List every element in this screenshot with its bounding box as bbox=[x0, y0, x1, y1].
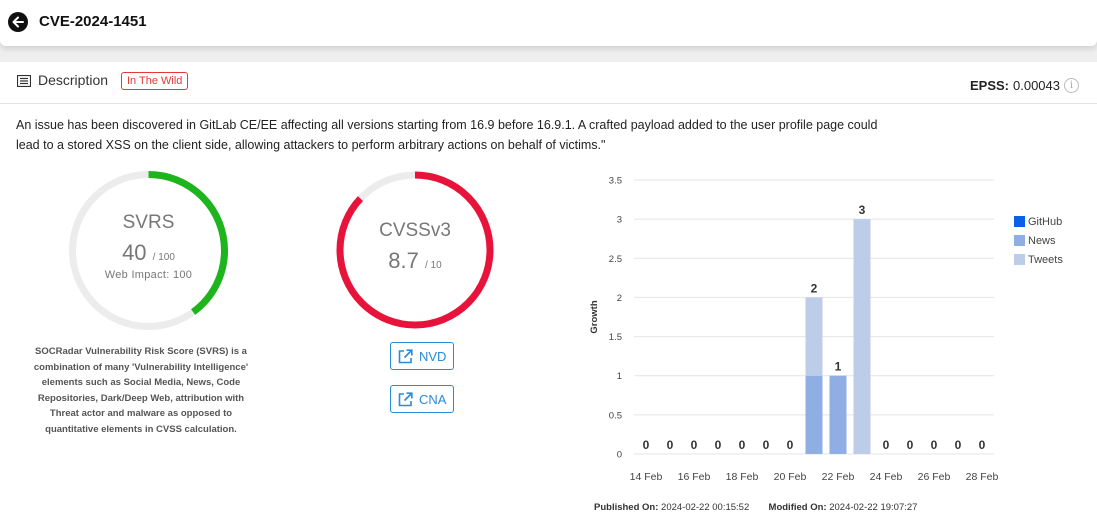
bar-total-label: 0 bbox=[739, 438, 746, 452]
svrs-description: SOCRadar Vulnerability Risk Score (SVRS)… bbox=[33, 346, 249, 435]
epss-value: 0.00043 bbox=[1013, 78, 1060, 93]
y-tick-label: 3.5 bbox=[609, 176, 622, 187]
description-header: Description In The Wild EPSS: 0.00043 i bbox=[0, 62, 1097, 104]
bar-total-label: 0 bbox=[715, 438, 722, 452]
bar-total-label: 3 bbox=[859, 203, 866, 217]
x-tick-label: 26 Feb bbox=[918, 471, 951, 483]
bar-tweets bbox=[805, 297, 823, 376]
y-axis-label: Growth bbox=[589, 300, 600, 333]
y-tick-label: 0 bbox=[617, 450, 622, 461]
info-icon[interactable]: i bbox=[1064, 78, 1079, 93]
in-the-wild-badge: In The Wild bbox=[121, 72, 189, 90]
chart-legend: GitHub News Tweets bbox=[1014, 212, 1063, 269]
legend-swatch-news bbox=[1014, 235, 1025, 246]
published-label: Published On: bbox=[594, 502, 659, 513]
x-tick-label: 20 Feb bbox=[774, 471, 807, 483]
legend-swatch-github bbox=[1014, 216, 1025, 227]
bar-total-label: 0 bbox=[763, 438, 770, 452]
x-tick-label: 18 Feb bbox=[726, 471, 759, 483]
legend-item-github[interactable]: GitHub bbox=[1014, 212, 1063, 231]
legend-label-news: News bbox=[1028, 234, 1056, 247]
epss-label: EPSS: bbox=[969, 78, 1009, 93]
page-title: CVE-2024-1451 bbox=[39, 13, 147, 30]
description-card: Description In The Wild EPSS: 0.00043 i … bbox=[0, 62, 1097, 525]
bar-news bbox=[829, 375, 847, 454]
legend-swatch-tweets bbox=[1014, 254, 1025, 265]
cvss-score-value: 8.7 bbox=[388, 248, 419, 273]
modified-value: 2024-02-22 19:07:27 bbox=[829, 502, 918, 513]
epss-score: EPSS: 0.00043 i bbox=[970, 78, 1079, 93]
svrs-score: 40 / 100 bbox=[66, 240, 231, 266]
y-tick-label: 2.5 bbox=[609, 254, 622, 265]
nvd-link-button[interactable]: NVD bbox=[390, 342, 455, 370]
bar-total-label: 0 bbox=[691, 438, 698, 452]
legend-label-tweets: Tweets bbox=[1028, 253, 1063, 266]
svrs-gauge: SVRS 40 / 100 Web Impact: 100 bbox=[66, 168, 231, 333]
back-arrow-icon[interactable] bbox=[8, 12, 28, 32]
cvss-label: CVSSv3 bbox=[379, 220, 451, 241]
bar-total-label: 1 bbox=[835, 360, 842, 374]
y-tick-label: 3 bbox=[617, 215, 622, 226]
description-text: An issue has been discovered in GitLab C… bbox=[16, 118, 878, 152]
description-title: Description bbox=[38, 72, 109, 88]
cvss-score: 8.7 / 10 bbox=[333, 248, 497, 274]
legend-item-news[interactable]: News bbox=[1014, 231, 1063, 250]
svrs-web-impact: Web Impact: 100 bbox=[104, 269, 193, 281]
cvss-score-max: / 10 bbox=[425, 260, 442, 271]
bar-total-label: 0 bbox=[979, 438, 986, 452]
bar-total-label: 0 bbox=[667, 438, 674, 452]
external-link-icon bbox=[398, 391, 413, 406]
y-tick-label: 0.5 bbox=[609, 410, 622, 421]
x-tick-label: 14 Feb bbox=[630, 471, 663, 483]
bar-total-label: 0 bbox=[955, 438, 962, 452]
dates-footer: Published On: 2024-02-22 00:15:52 Modifi… bbox=[594, 502, 917, 513]
x-tick-label: 22 Feb bbox=[822, 471, 855, 483]
y-tick-label: 1.5 bbox=[609, 332, 622, 343]
bar-total-label: 0 bbox=[883, 438, 890, 452]
y-tick-label: 1 bbox=[617, 371, 622, 382]
x-tick-label: 24 Feb bbox=[870, 471, 903, 483]
bar-total-label: 0 bbox=[787, 438, 794, 452]
y-tick-label: 2 bbox=[617, 293, 622, 304]
top-bar: CVE-2024-1451 bbox=[0, 0, 1097, 46]
x-tick-label: 28 Feb bbox=[966, 471, 999, 483]
svrs-score-max: / 100 bbox=[152, 252, 175, 263]
published-value: 2024-02-22 00:15:52 bbox=[661, 502, 750, 513]
bar-total-label: 0 bbox=[907, 438, 914, 452]
modified-label: Modified On: bbox=[768, 502, 827, 513]
bar-news bbox=[805, 375, 823, 454]
legend-item-tweets[interactable]: Tweets bbox=[1014, 250, 1063, 269]
cna-link-label: CNA bbox=[419, 391, 447, 407]
nvd-link-label: NVD bbox=[419, 348, 447, 364]
list-icon bbox=[16, 74, 32, 92]
cvss-gauge: CVSSv3 8.7 / 10 bbox=[333, 168, 497, 332]
svrs-score-value: 40 bbox=[122, 240, 147, 265]
bar-total-label: 0 bbox=[643, 438, 650, 452]
legend-label-github: GitHub bbox=[1028, 215, 1063, 228]
cna-link-button[interactable]: CNA bbox=[390, 385, 455, 413]
external-link-icon bbox=[398, 348, 413, 363]
bar-tweets bbox=[853, 219, 871, 454]
bar-total-label: 2 bbox=[811, 281, 818, 295]
x-tick-label: 16 Feb bbox=[678, 471, 711, 483]
bar-total-label: 0 bbox=[931, 438, 938, 452]
growth-chart: 0 0.5 1 1.5 2 2.5 3 3.5 Growth 0 0 0 0 0 0 0 2 1 3 0 0 0 0 0 14 … bbox=[589, 176, 999, 484]
svrs-label: SVRS bbox=[122, 212, 175, 233]
